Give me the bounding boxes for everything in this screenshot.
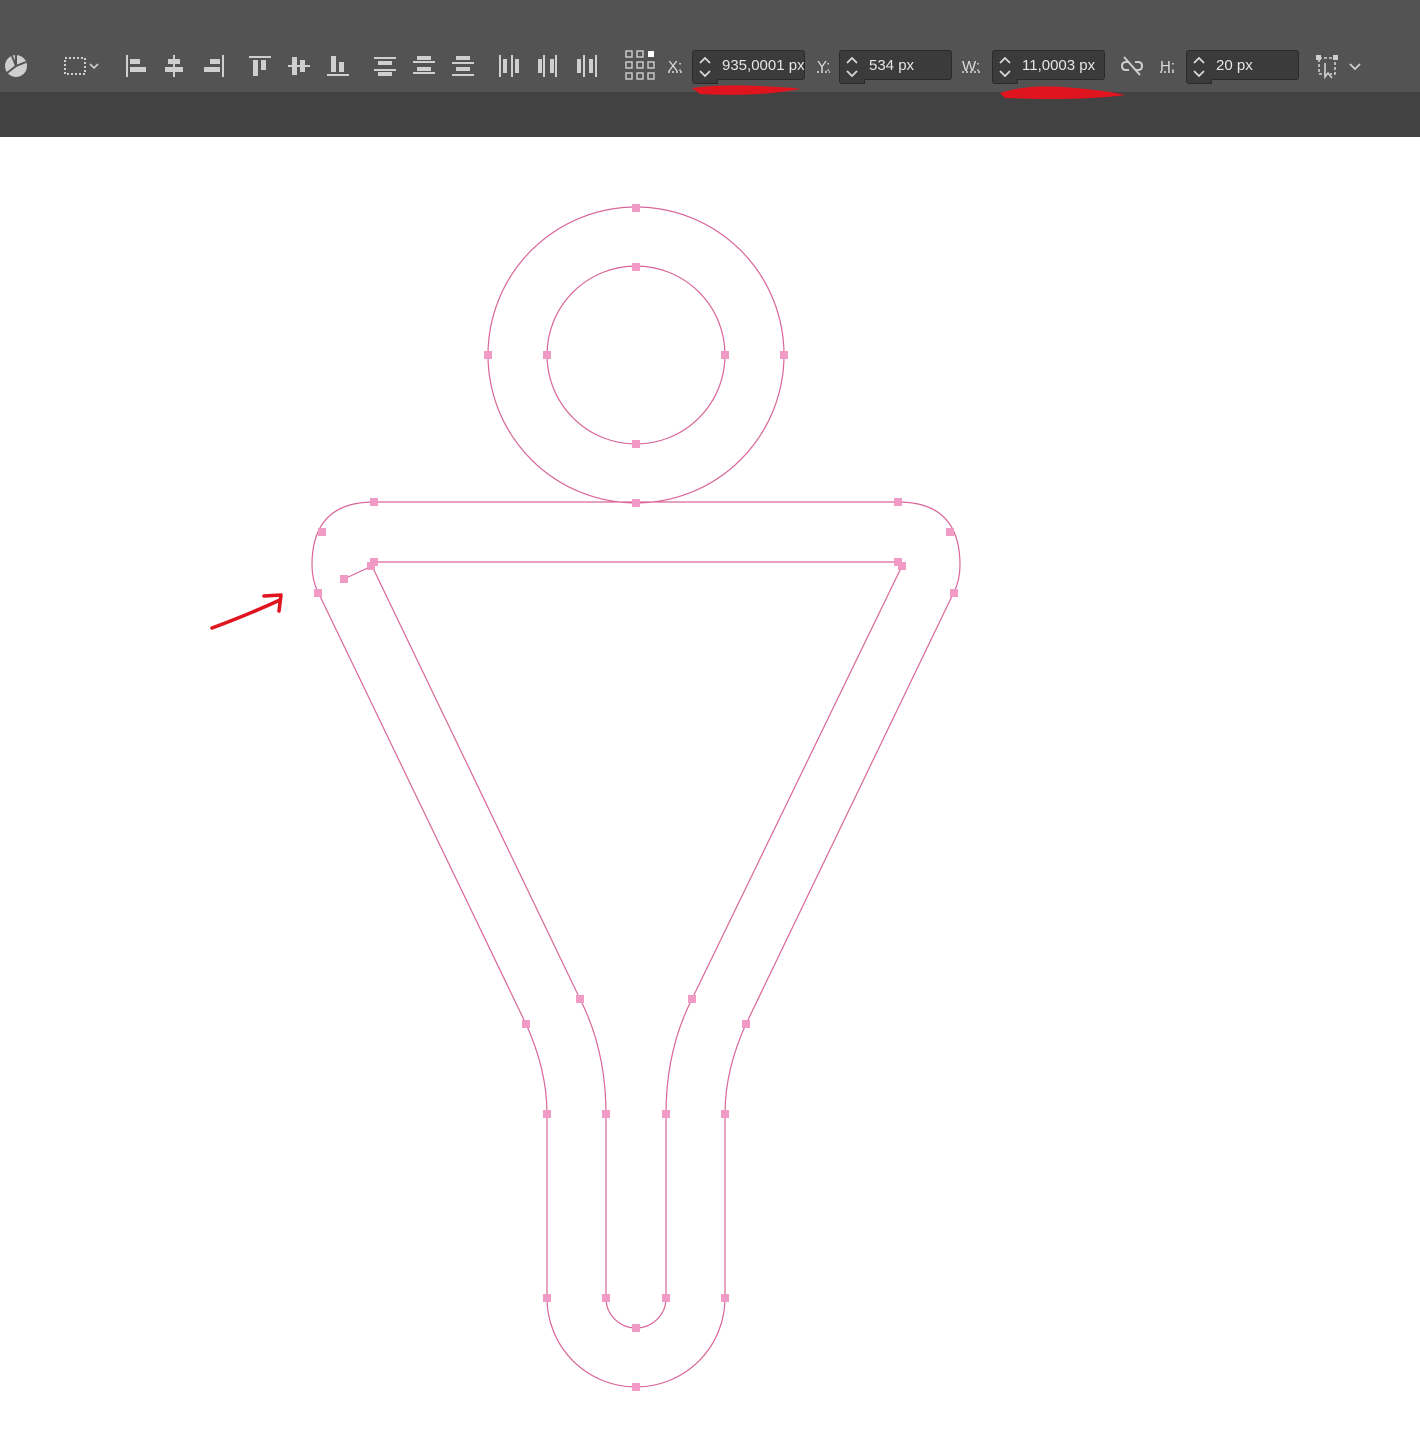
body-outer-path — [311, 501, 961, 1388]
red-arrow-annotation — [210, 593, 283, 630]
anchor-points — [314, 204, 958, 1391]
x-field-red-underline — [692, 85, 800, 95]
head-outer-circle — [487, 206, 785, 504]
body-inner-path — [371, 561, 903, 1329]
document-canvas[interactable] — [0, 137, 1420, 1451]
annotation-overlay — [692, 85, 1125, 99]
w-field-red-underline — [1000, 86, 1125, 99]
head-inner-circle — [546, 265, 726, 445]
